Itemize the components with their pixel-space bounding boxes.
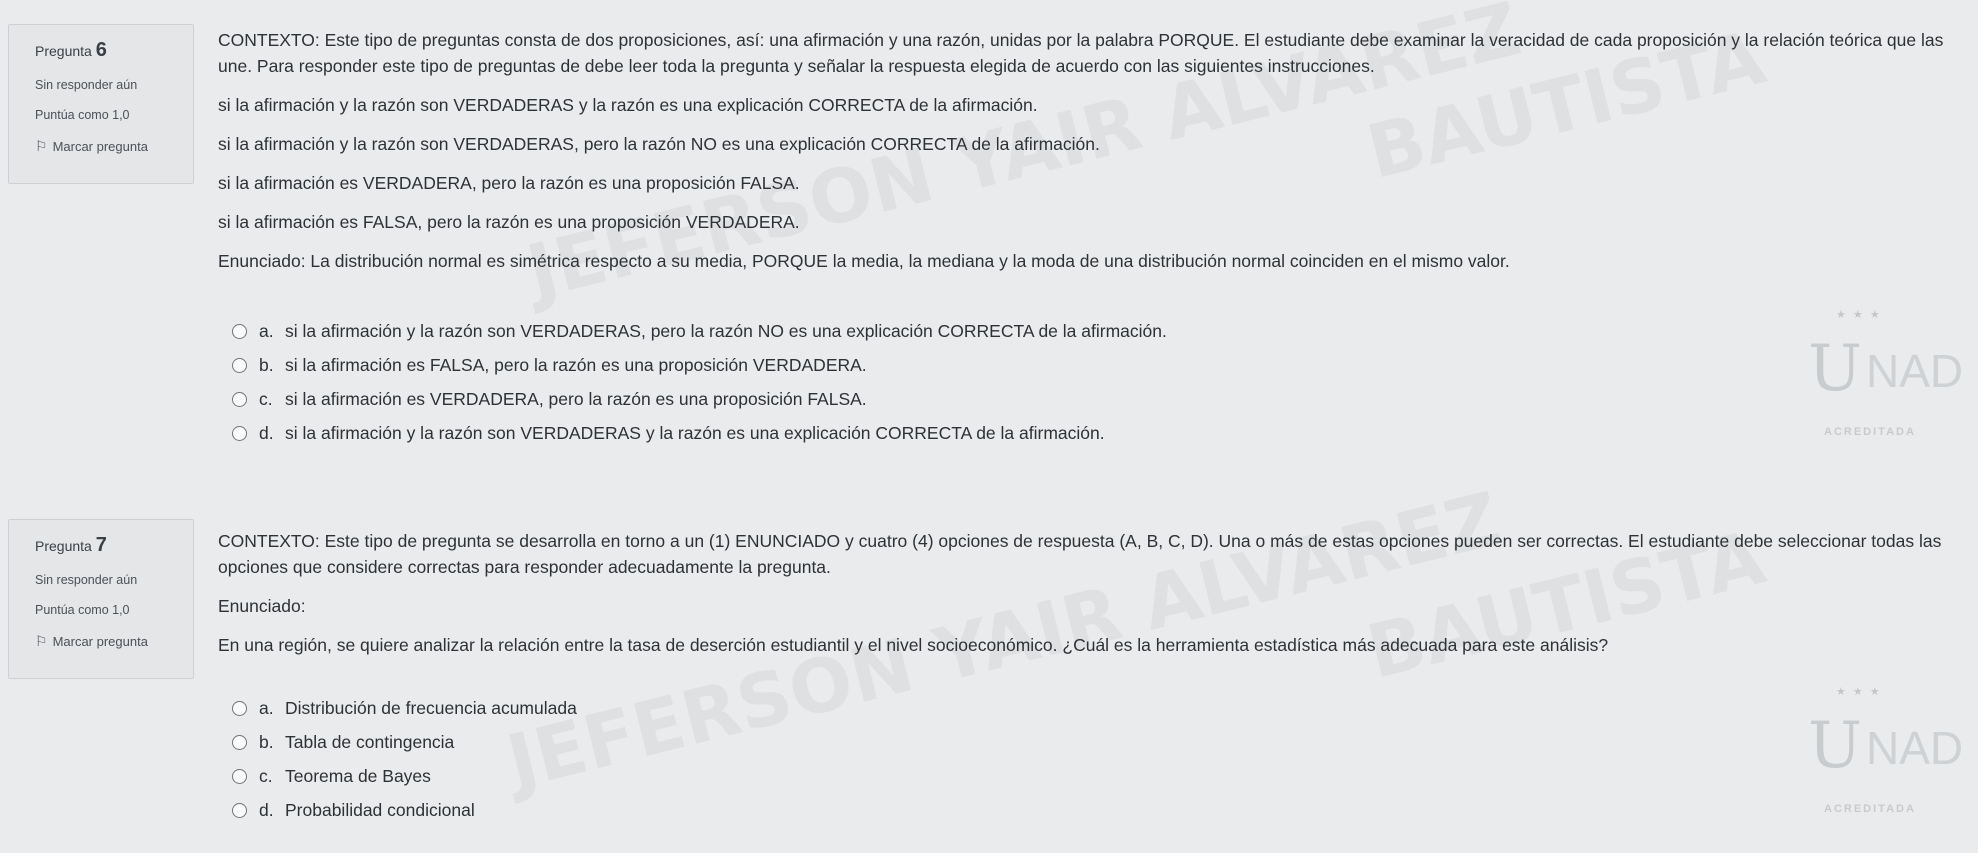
question-status: Sin responder aún: [35, 573, 138, 587]
option-letter: b.: [259, 731, 274, 752]
option-d[interactable]: d. si la afirmación y la razón son VERDA…: [232, 416, 1167, 450]
option-letter: a.: [259, 320, 274, 341]
option-a[interactable]: a. si la afirmación y la razón son VERDA…: [232, 314, 1167, 348]
question-label: Pregunta: [35, 43, 92, 59]
question-label: Pregunta: [35, 538, 92, 554]
logo-stars: ★ ★ ★: [1836, 686, 1882, 698]
instruction-b: si la afirmación y la razón son VERDADER…: [218, 134, 1100, 154]
option-text: si la afirmación es VERDADERA, pero la r…: [285, 388, 867, 409]
logo-badge: ACREDITADA: [1824, 803, 1916, 815]
flag-label: Marcar pregunta: [52, 634, 148, 649]
logo-text: NAD: [1866, 722, 1964, 774]
question-status: Sin responder aún: [35, 78, 138, 92]
option-letter: c.: [259, 765, 273, 786]
radio-button[interactable]: [232, 391, 247, 407]
question-info-box: Pregunta 6 Sin responder aún Puntúa como…: [8, 24, 194, 184]
option-text: si la afirmación y la razón son VERDADER…: [285, 320, 1167, 341]
radio-button[interactable]: [232, 734, 247, 750]
question-statement: En una región, se quiere analizar la rel…: [218, 635, 1609, 655]
option-c[interactable]: c. si la afirmación es VERDADERA, pero l…: [232, 382, 1167, 416]
unad-logo: ★ ★ ★ U NAD ACREDITADA: [1788, 304, 1963, 444]
flag-question-button[interactable]: ⚐ Marcar pregunta: [35, 138, 193, 155]
option-d[interactable]: d. Probabilidad condicional: [232, 793, 577, 827]
option-letter: d.: [259, 799, 274, 820]
instruction-d: si la afirmación es FALSA, pero la razón…: [218, 212, 800, 232]
option-text: si la afirmación es FALSA, pero la razón…: [285, 354, 867, 375]
question-text: CONTEXTO: Este tipo de preguntas consta …: [218, 27, 1970, 274]
question-score: Puntúa como 1,0: [35, 108, 130, 122]
logo-mark: U: [1808, 332, 1862, 406]
radio-button[interactable]: [232, 425, 247, 441]
flag-icon: ⚐: [35, 633, 48, 649]
question-text: CONTEXTO: Este tipo de pregunta se desar…: [218, 528, 1970, 658]
flag-question-button[interactable]: ⚐ Marcar pregunta: [35, 633, 193, 650]
question-title: Pregunta 6: [35, 39, 193, 62]
question-number: 7: [95, 534, 107, 556]
question-statement: Enunciado: La distribución normal es sim…: [218, 251, 1510, 271]
option-a[interactable]: a. Distribución de frecuencia acumulada: [232, 691, 577, 725]
option-letter: d.: [259, 422, 274, 443]
option-text: Tabla de contingencia: [285, 731, 455, 752]
option-letter: c.: [259, 388, 273, 409]
option-c[interactable]: c. Teorema de Bayes: [232, 759, 577, 793]
answer-options: a. si la afirmación y la razón son VERDA…: [232, 314, 1167, 450]
context-paragraph: CONTEXTO: Este tipo de preguntas consta …: [218, 30, 1944, 76]
radio-button[interactable]: [232, 700, 247, 716]
statement-heading: Enunciado:: [218, 596, 306, 616]
question-number: 6: [95, 39, 107, 61]
radio-button[interactable]: [232, 802, 247, 818]
option-letter: b.: [259, 354, 274, 375]
question-title: Pregunta 7: [35, 534, 193, 557]
radio-button[interactable]: [232, 357, 247, 373]
option-text: Distribución de frecuencia acumulada: [285, 697, 577, 718]
flag-icon: ⚐: [35, 138, 48, 154]
context-paragraph: CONTEXTO: Este tipo de pregunta se desar…: [218, 531, 1942, 577]
radio-button[interactable]: [232, 323, 247, 339]
option-b[interactable]: b. Tabla de contingencia: [232, 725, 577, 759]
answer-options: a. Distribución de frecuencia acumulada …: [232, 691, 577, 827]
option-text: Teorema de Bayes: [285, 765, 431, 786]
logo-mark: U: [1808, 709, 1862, 783]
radio-button[interactable]: [232, 768, 247, 784]
unad-logo: ★ ★ ★ U NAD ACREDITADA: [1788, 681, 1963, 821]
logo-text: NAD: [1866, 345, 1964, 397]
instruction-c: si la afirmación es VERDADERA, pero la r…: [218, 173, 800, 193]
instruction-a: si la afirmación y la razón son VERDADER…: [218, 95, 1038, 115]
option-text: si la afirmación y la razón son VERDADER…: [285, 422, 1105, 443]
option-letter: a.: [259, 697, 274, 718]
option-b[interactable]: b. si la afirmación es FALSA, pero la ra…: [232, 348, 1167, 382]
option-text: Probabilidad condicional: [285, 799, 475, 820]
question-info-box: Pregunta 7 Sin responder aún Puntúa como…: [8, 519, 194, 679]
logo-stars: ★ ★ ★: [1836, 309, 1882, 321]
logo-badge: ACREDITADA: [1824, 426, 1916, 438]
flag-label: Marcar pregunta: [52, 139, 148, 154]
question-score: Puntúa como 1,0: [35, 603, 130, 617]
